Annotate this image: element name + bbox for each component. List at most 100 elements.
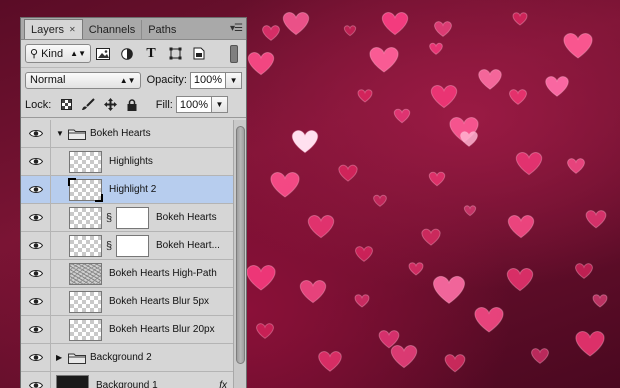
layer-thumbnail[interactable] [68, 177, 103, 202]
layer-name[interactable]: Bokeh Hearts High-Path [109, 268, 217, 279]
fill-dropdown-button[interactable]: ▼ [212, 96, 228, 113]
bokeh-heart-shape [381, 12, 409, 36]
lock-all-padlock-icon[interactable] [121, 98, 143, 111]
adjustment-filter-icon[interactable] [115, 47, 139, 60]
select-arrows-icon: ▲▼ [70, 49, 86, 58]
layer-group-row[interactable]: ▶ Background 2 [21, 343, 233, 372]
filter-toggle-switch[interactable] [230, 45, 238, 63]
bokeh-heart-shape [256, 323, 274, 340]
layer-row[interactable]: Highlight 2 [21, 175, 233, 204]
mask-link-chain-icon[interactable]: § [102, 212, 116, 224]
pixel-filter-icon[interactable] [91, 47, 115, 60]
tab-layers[interactable]: Layers ✕ [24, 19, 83, 39]
layer-thumbnail[interactable] [69, 234, 102, 257]
layer-name[interactable]: Background 1 [96, 380, 158, 388]
lock-image-pixels-brush-icon[interactable] [77, 98, 99, 111]
layers-scrollbar[interactable] [233, 120, 246, 388]
bokeh-heart-shape [282, 12, 310, 36]
layer-row[interactable]: Background 1 fx [21, 371, 233, 388]
mask-link-chain-icon[interactable]: § [102, 240, 116, 252]
visibility-eye-icon[interactable] [21, 343, 51, 372]
bokeh-heart-shape [318, 351, 342, 372]
layer-mask-thumbnail[interactable] [116, 206, 149, 229]
opacity-label: Opacity: [146, 74, 187, 86]
scrollbar-thumb[interactable] [236, 126, 245, 364]
layer-row[interactable]: Bokeh Hearts Blur 20px [21, 315, 233, 344]
bokeh-heart-shape [463, 205, 477, 217]
expand-arrow-icon[interactable]: ▶ [56, 353, 64, 362]
bokeh-heart-shape [444, 354, 466, 373]
lock-label: Lock: [25, 98, 52, 111]
panel-tab-bar: Layers ✕ Channels Paths ▾☰ [21, 18, 246, 40]
tab-channels[interactable]: Channels [83, 20, 143, 39]
bokeh-heart-shape [509, 89, 527, 106]
bokeh-heart-shape [421, 228, 441, 246]
tab-paths[interactable]: Paths [142, 20, 182, 39]
smart-object-filter-icon[interactable] [187, 47, 211, 60]
bokeh-heart-shape [428, 171, 446, 187]
opacity-value: 100% [193, 74, 223, 86]
visibility-eye-icon[interactable] [21, 175, 51, 204]
layer-name[interactable]: Bokeh Hearts Blur 5px [109, 296, 209, 307]
filter-kind-label: Kind [41, 47, 64, 60]
layer-name[interactable]: Highlights [109, 156, 153, 167]
layer-row[interactable]: Bokeh Hearts High-Path [21, 259, 233, 288]
layer-thumbnail[interactable] [56, 374, 89, 388]
bokeh-heart-shape [262, 25, 280, 42]
bokeh-heart-shape [355, 246, 373, 263]
tab-paths-label: Paths [148, 23, 177, 36]
lock-position-move-icon[interactable] [99, 98, 121, 111]
layer-row[interactable]: Highlights [21, 147, 233, 176]
filter-kind-select[interactable]: ⚲ Kind ▲▼ [25, 44, 91, 63]
bokeh-heart-shape [512, 12, 528, 26]
bokeh-heart-shape [478, 69, 502, 90]
bokeh-heart-shape [545, 76, 569, 97]
layer-name[interactable]: Bokeh Heart... [156, 240, 220, 251]
layer-name[interactable]: Highlight 2 [109, 184, 156, 195]
lock-transparent-pixels-icon[interactable] [55, 99, 77, 110]
visibility-eye-icon[interactable] [21, 371, 51, 388]
lock-row: Lock: Fill: 100% ▼ [21, 92, 246, 118]
collapse-arrow-icon[interactable]: ▼ [56, 129, 64, 138]
opacity-dropdown-button[interactable]: ▼ [226, 71, 242, 89]
layer-name[interactable]: Bokeh Hearts [90, 128, 151, 139]
visibility-eye-icon[interactable] [21, 315, 51, 344]
layer-row[interactable]: § Bokeh Heart... [21, 231, 233, 260]
layer-name[interactable]: Bokeh Hearts Blur 20px [109, 324, 215, 335]
opacity-input[interactable]: 100% [189, 71, 227, 89]
fill-input[interactable]: 100% [175, 96, 212, 113]
bokeh-heart-shape [429, 42, 443, 55]
folder-icon [68, 352, 86, 364]
select-arrows-icon: ▲▼ [119, 75, 136, 85]
bokeh-heart-shape [515, 152, 543, 176]
visibility-eye-icon[interactable] [21, 259, 51, 288]
panel-menu-icon[interactable]: ▾☰ [230, 23, 243, 34]
layer-thumbnail[interactable] [69, 262, 102, 285]
layer-thumbnail[interactable] [69, 318, 102, 341]
visibility-eye-icon[interactable] [21, 287, 51, 316]
layer-row[interactable]: § Bokeh Hearts [21, 203, 233, 232]
layer-name[interactable]: Background 2 [90, 352, 152, 363]
blend-mode-select[interactable]: Normal ▲▼ [25, 71, 141, 89]
close-icon[interactable]: ✕ [69, 25, 76, 34]
layer-mask-thumbnail[interactable] [116, 234, 149, 257]
layer-name[interactable]: Bokeh Hearts [156, 212, 217, 223]
bokeh-heart-shape [291, 130, 319, 154]
shape-filter-icon[interactable] [163, 47, 187, 60]
tab-channels-label: Channels [88, 23, 136, 36]
layer-thumbnail[interactable] [69, 206, 102, 229]
layer-group-row[interactable]: ▼ Bokeh Hearts [21, 119, 233, 148]
bokeh-heart-shape [343, 25, 357, 37]
layer-effects-fx-icon[interactable]: fx [219, 380, 227, 388]
search-icon: ⚲ [30, 48, 39, 60]
layer-row[interactable]: Bokeh Hearts Blur 5px [21, 287, 233, 316]
visibility-eye-icon[interactable] [21, 147, 51, 176]
layer-thumbnail[interactable] [69, 150, 102, 173]
bokeh-heart-shape [270, 172, 300, 198]
type-filter-icon[interactable]: T [139, 46, 163, 62]
visibility-eye-icon[interactable] [21, 119, 51, 148]
bokeh-heart-shape [474, 307, 504, 333]
layer-thumbnail[interactable] [69, 290, 102, 313]
visibility-eye-icon[interactable] [21, 203, 51, 232]
visibility-eye-icon[interactable] [21, 231, 51, 260]
